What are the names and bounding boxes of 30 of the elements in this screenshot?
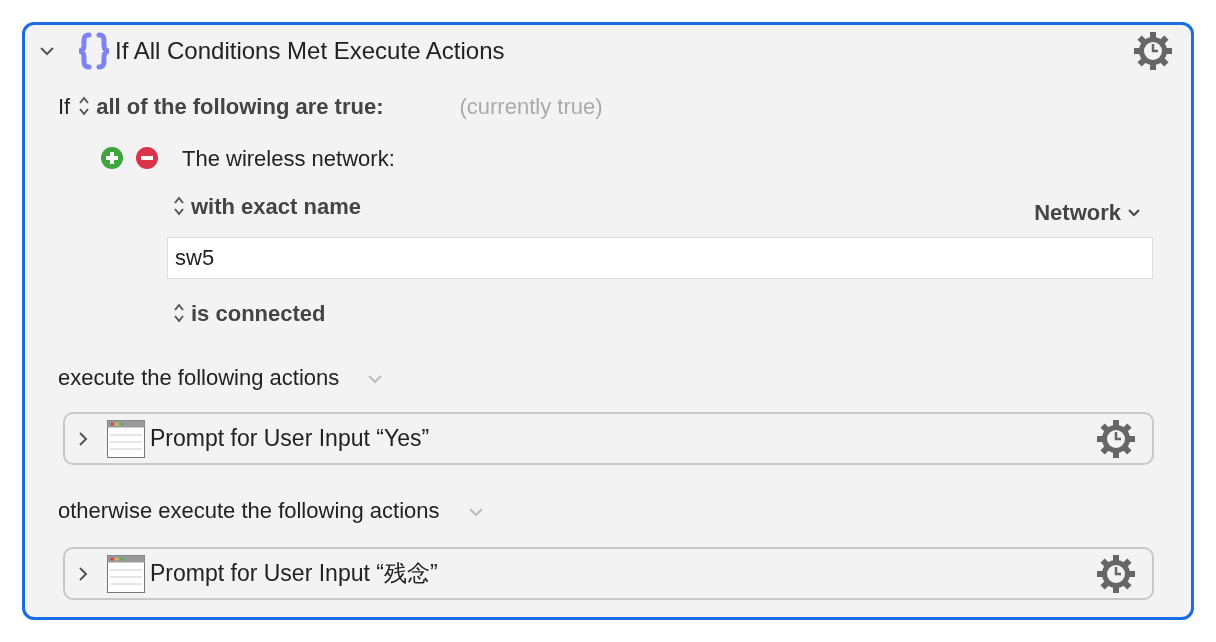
- network-name-field[interactable]: sw5: [167, 237, 1153, 279]
- match-type-menu[interactable]: with exact name: [191, 189, 361, 223]
- up-down-arrows-icon[interactable]: [78, 95, 91, 117]
- condition-mode-menu[interactable]: all of the following are true:: [96, 89, 384, 123]
- chevron-right-icon[interactable]: [78, 565, 88, 582]
- chevron-right-icon[interactable]: [78, 430, 88, 447]
- if-label: If: [58, 92, 71, 121]
- network-token-menu[interactable]: Network: [1034, 195, 1141, 229]
- chevron-down-icon: [1127, 207, 1141, 217]
- gear-clock-icon[interactable]: [1133, 31, 1173, 71]
- chevron-down-icon[interactable]: [39, 46, 55, 56]
- window-icon: [107, 419, 145, 458]
- action-row-title: Prompt for User Input “残念”: [150, 559, 438, 589]
- action-row[interactable]: Prompt for User Input “残念”: [63, 547, 1154, 600]
- gear-clock-icon[interactable]: [1096, 418, 1136, 459]
- action-row-title: Prompt for User Input “Yes”: [150, 424, 430, 454]
- window-icon: [107, 554, 145, 593]
- curly-braces-icon: [77, 32, 111, 70]
- action-row[interactable]: Prompt for User Input “Yes”: [63, 412, 1154, 465]
- up-down-arrows-icon[interactable]: [173, 302, 185, 324]
- remove-icon[interactable]: [135, 146, 159, 170]
- branch-label: execute the following actions: [58, 363, 340, 392]
- action-title: If All Conditions Met Execute Actions: [115, 36, 505, 66]
- up-down-arrows-icon[interactable]: [173, 195, 185, 217]
- connection-state-menu[interactable]: is connected: [191, 296, 326, 330]
- gear-clock-icon[interactable]: [1096, 553, 1136, 594]
- add-icon[interactable]: [100, 146, 124, 170]
- condition-label: The wireless network:: [182, 144, 395, 173]
- condition-status: (currently true): [459, 92, 603, 121]
- branch-label: otherwise execute the following actions: [58, 496, 440, 525]
